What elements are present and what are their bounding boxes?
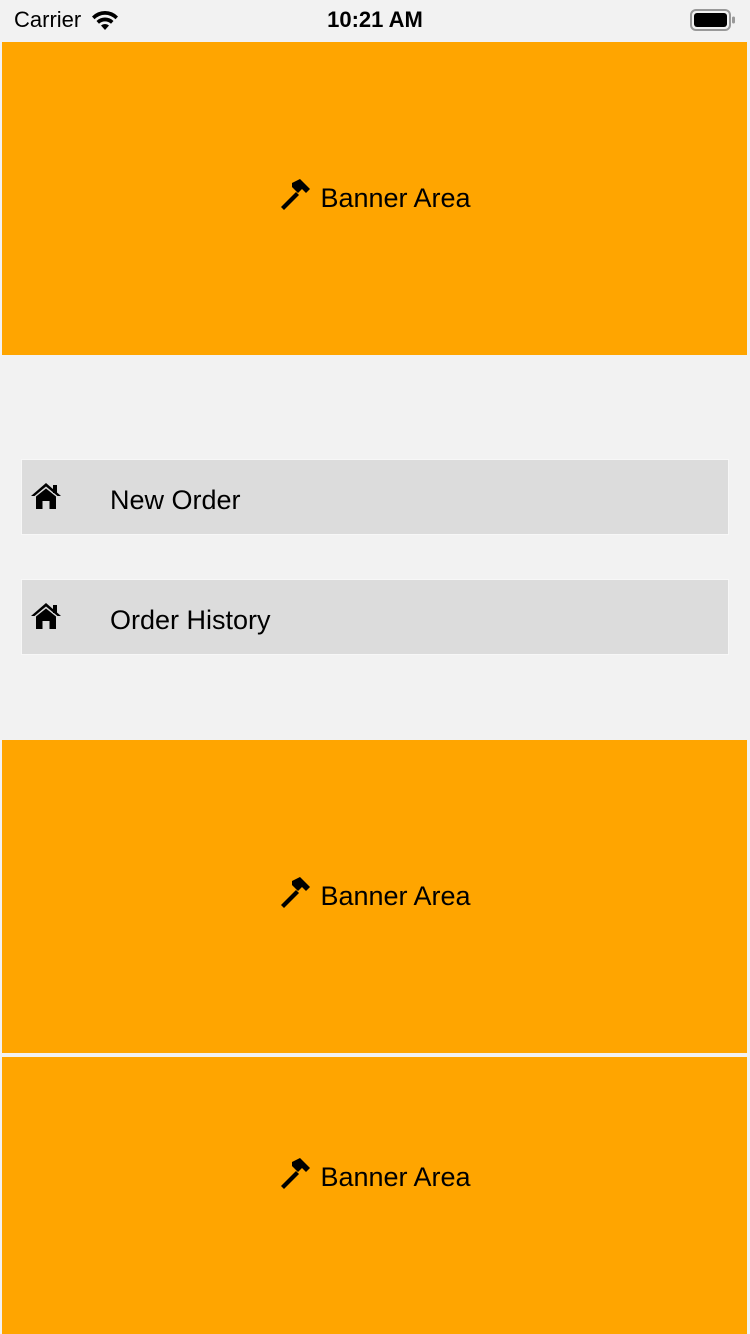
- banner-content: Banner Area: [278, 1157, 471, 1193]
- menu-item-order-history[interactable]: Order History: [21, 579, 729, 655]
- banner-label: Banner Area: [320, 881, 471, 911]
- battery-icon: [690, 9, 735, 31]
- banner-top[interactable]: Banner Area: [2, 42, 747, 355]
- home-icon: [31, 603, 61, 629]
- banner-label: Banner Area: [320, 183, 471, 213]
- menu-item-label: New Order: [110, 485, 241, 515]
- menu-item-label: Order History: [110, 605, 271, 635]
- banner-label: Banner Area: [320, 1162, 471, 1192]
- home-icon: [31, 483, 61, 509]
- banner-bottom[interactable]: Banner Area: [2, 1057, 747, 1334]
- status-bar: Carrier 10:21 AM: [0, 0, 750, 40]
- banner-middle[interactable]: Banner Area: [2, 740, 747, 1053]
- hammer-icon: [281, 178, 311, 210]
- banner-content: Banner Area: [278, 876, 471, 912]
- status-time: 10:21 AM: [327, 7, 423, 32]
- hammer-icon: [281, 876, 311, 908]
- menu-item-new-order[interactable]: New Order: [21, 459, 729, 535]
- banner-content: Banner Area: [278, 178, 471, 214]
- hammer-icon: [281, 1157, 311, 1189]
